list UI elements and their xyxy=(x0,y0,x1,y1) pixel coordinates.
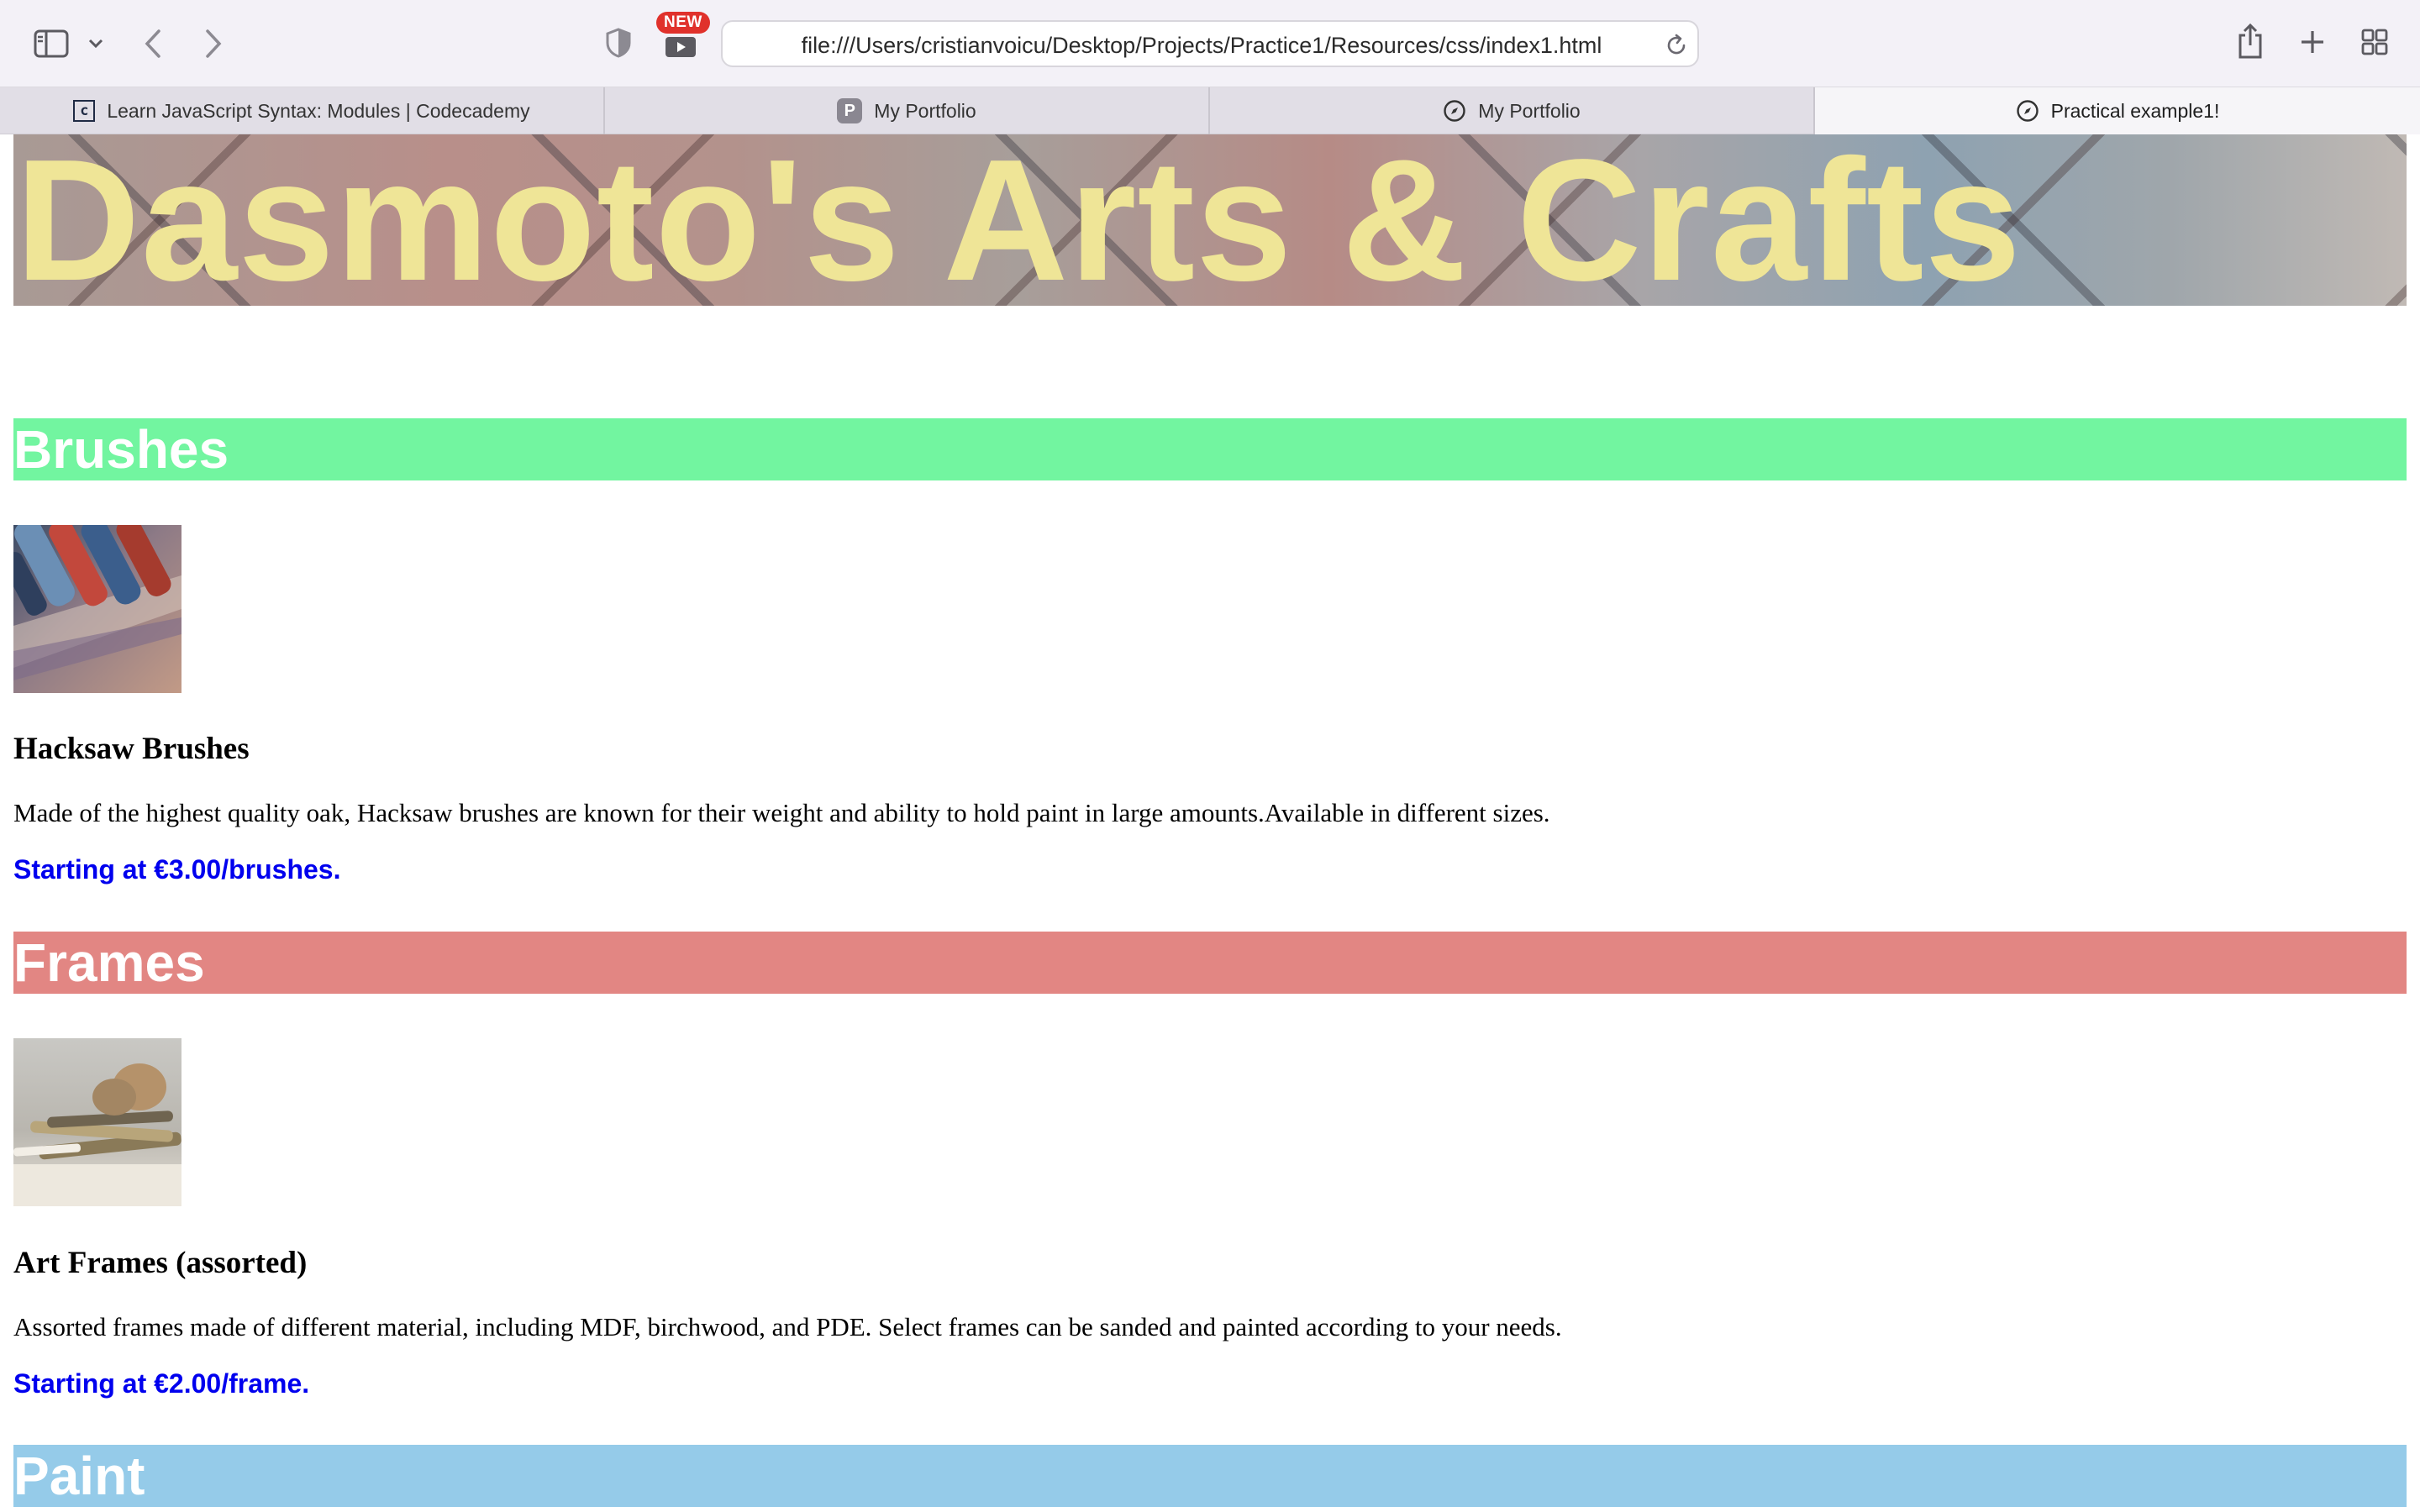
section-heading-paint: Paint xyxy=(13,1445,2407,1507)
tab-bar: c Learn JavaScript Syntax: Modules | Cod… xyxy=(0,87,2420,134)
frames-image xyxy=(13,1038,182,1206)
item-title-brushes: Hacksaw Brushes xyxy=(13,732,250,766)
item-price-frames: Starting at €2.00/frame. xyxy=(13,1368,310,1399)
section-heading-frames: Frames xyxy=(13,932,2407,994)
brushes-image xyxy=(13,525,182,693)
new-tab-icon[interactable] xyxy=(2297,27,2328,57)
item-title-frames: Art Frames (assorted) xyxy=(13,1246,308,1280)
codecademy-icon: c xyxy=(73,100,96,122)
new-badge: NEW xyxy=(656,12,710,34)
share-icon[interactable] xyxy=(2235,22,2265,60)
reload-icon[interactable] xyxy=(1664,33,1689,58)
tab-label: Learn JavaScript Syntax: Modules | Codec… xyxy=(107,99,530,122)
browser-toolbar: NEW file:///Users/cristianvoicu/Desktop/… xyxy=(0,0,2420,87)
tab-my-portfolio-1[interactable]: P My Portfolio xyxy=(605,87,1210,134)
address-bar[interactable]: file:///Users/cristianvoicu/Desktop/Proj… xyxy=(721,20,1699,67)
item-description-brushes: Made of the highest quality oak, Hacksaw… xyxy=(13,798,1550,827)
tab-label: Practical example1! xyxy=(2050,99,2220,122)
tab-codecademy[interactable]: c Learn JavaScript Syntax: Modules | Cod… xyxy=(0,87,605,134)
forward-icon[interactable] xyxy=(198,25,229,62)
page-title: Dasmoto's Arts & Crafts xyxy=(15,134,2023,306)
tab-practical-example[interactable]: Practical example1! xyxy=(1815,87,2420,134)
tab-label: My Portfolio xyxy=(874,99,976,122)
sidebar-toggle-icon[interactable] xyxy=(32,27,71,60)
back-icon[interactable] xyxy=(138,25,168,62)
p-icon: P xyxy=(837,98,863,123)
media-icon[interactable] xyxy=(664,30,697,60)
item-description-frames: Assorted frames made of different materi… xyxy=(13,1312,1562,1341)
compass-icon xyxy=(2016,99,2039,123)
item-price-brushes: Starting at €3.00/brushes. xyxy=(13,854,341,885)
tab-overview-icon[interactable] xyxy=(2360,27,2390,57)
section-heading-brushes: Brushes xyxy=(13,418,2407,480)
chevron-down-icon[interactable] xyxy=(84,32,108,55)
page-content: Dasmoto's Arts & Crafts Brushes Hacksaw … xyxy=(0,134,2420,1512)
address-text: file:///Users/cristianvoicu/Desktop/Proj… xyxy=(801,33,1602,58)
tab-my-portfolio-2[interactable]: My Portfolio xyxy=(1210,87,1815,134)
compass-icon xyxy=(1443,99,1466,123)
privacy-shield-icon[interactable] xyxy=(603,25,634,60)
hero-banner: Dasmoto's Arts & Crafts xyxy=(13,134,2407,306)
tab-label: My Portfolio xyxy=(1478,99,1581,122)
